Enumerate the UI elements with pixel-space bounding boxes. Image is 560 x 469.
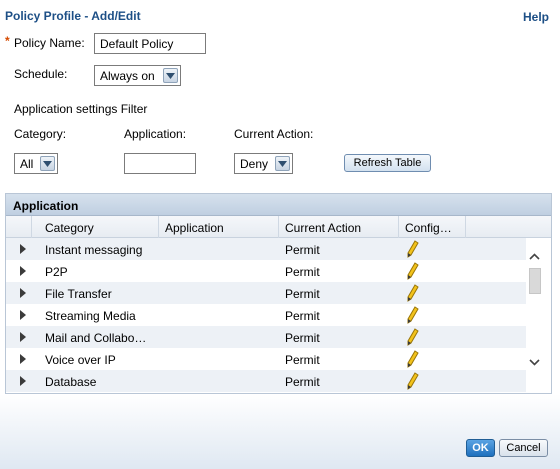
chevron-down-icon — [40, 156, 55, 171]
table-row[interactable]: Database Permit — [6, 370, 526, 392]
cancel-button[interactable]: Cancel — [499, 439, 548, 457]
panel-title: Application — [6, 194, 551, 216]
category-filter-value: All — [20, 156, 34, 171]
current-action-filter-select[interactable]: Deny — [234, 153, 293, 174]
row-current-action: Permit — [285, 331, 320, 345]
page-title: Policy Profile - Add/Edit — [5, 9, 141, 23]
table-header: Category Application Current Action Conf… — [6, 216, 551, 238]
policy-name-input[interactable] — [94, 33, 206, 54]
row-category: Database — [45, 375, 97, 389]
row-category: P2P — [45, 265, 68, 279]
column-header-current-action[interactable]: Current Action — [279, 216, 399, 238]
chevron-down-icon[interactable] — [528, 356, 541, 369]
table-row[interactable]: P2P Permit — [6, 260, 526, 282]
required-marker: * — [5, 34, 10, 48]
application-filter-input[interactable] — [124, 153, 196, 174]
pencil-icon[interactable] — [407, 306, 419, 327]
pencil-icon[interactable] — [407, 328, 419, 349]
expand-arrow-icon[interactable] — [20, 376, 26, 386]
pencil-icon[interactable] — [407, 240, 419, 261]
expand-arrow-icon[interactable] — [20, 354, 26, 364]
chevron-down-icon — [163, 68, 178, 83]
help-link[interactable]: Help — [523, 10, 549, 24]
current-action-filter-label: Current Action: — [234, 127, 314, 141]
pencil-icon[interactable] — [407, 284, 419, 305]
table-scrollbar[interactable] — [526, 238, 543, 393]
expand-arrow-icon[interactable] — [20, 332, 26, 342]
row-category: Streaming Media — [45, 309, 136, 323]
table-row[interactable]: Mail and Collabo… Permit — [6, 326, 526, 348]
schedule-select-value: Always on — [100, 68, 155, 83]
category-filter-label: Category: — [14, 127, 67, 141]
application-panel: Application Category Application Current… — [5, 193, 552, 394]
refresh-table-button[interactable]: Refresh Table — [344, 154, 431, 172]
table-row[interactable]: Instant messaging Permit — [6, 238, 526, 260]
column-header-config[interactable]: Config… — [399, 216, 466, 238]
table-row[interactable]: File Transfer Permit — [6, 282, 526, 304]
table-row[interactable]: Streaming Media Permit — [6, 304, 526, 326]
expand-arrow-icon[interactable] — [20, 310, 26, 320]
row-category: Voice over IP — [45, 353, 116, 367]
row-category: File Transfer — [45, 287, 112, 301]
row-current-action: Permit — [285, 265, 320, 279]
chevron-down-icon — [275, 156, 290, 171]
schedule-label: Schedule: — [14, 67, 68, 81]
current-action-filter-value: Deny — [240, 156, 269, 171]
category-filter-select[interactable]: All — [14, 153, 58, 174]
row-current-action: Permit — [285, 243, 320, 257]
row-category: Instant messaging — [45, 243, 143, 257]
row-category: Mail and Collabo… — [45, 331, 147, 345]
application-filter-label: Application: — [124, 127, 187, 141]
pencil-icon[interactable] — [407, 372, 419, 393]
row-current-action: Permit — [285, 375, 320, 389]
expand-arrow-icon[interactable] — [20, 244, 26, 254]
ok-button[interactable]: OK — [466, 439, 495, 457]
schedule-select[interactable]: Always on — [94, 65, 181, 86]
expander-column-header — [6, 216, 32, 238]
expand-arrow-icon[interactable] — [20, 288, 26, 298]
policy-name-label: Policy Name: — [14, 36, 85, 50]
dialog-footer — [0, 394, 560, 469]
filter-title: Application settings Filter — [14, 102, 148, 116]
column-header-category[interactable]: Category — [39, 216, 159, 238]
row-current-action: Permit — [285, 353, 320, 367]
row-current-action: Permit — [285, 287, 320, 301]
row-current-action: Permit — [285, 309, 320, 323]
pencil-icon[interactable] — [407, 350, 419, 371]
column-header-application[interactable]: Application — [159, 216, 279, 238]
expand-arrow-icon[interactable] — [20, 266, 26, 276]
chevron-up-icon[interactable] — [528, 250, 541, 263]
pencil-icon[interactable] — [407, 262, 419, 283]
scrollbar-thumb[interactable] — [529, 268, 541, 294]
table-row[interactable]: Voice over IP Permit — [6, 348, 526, 370]
